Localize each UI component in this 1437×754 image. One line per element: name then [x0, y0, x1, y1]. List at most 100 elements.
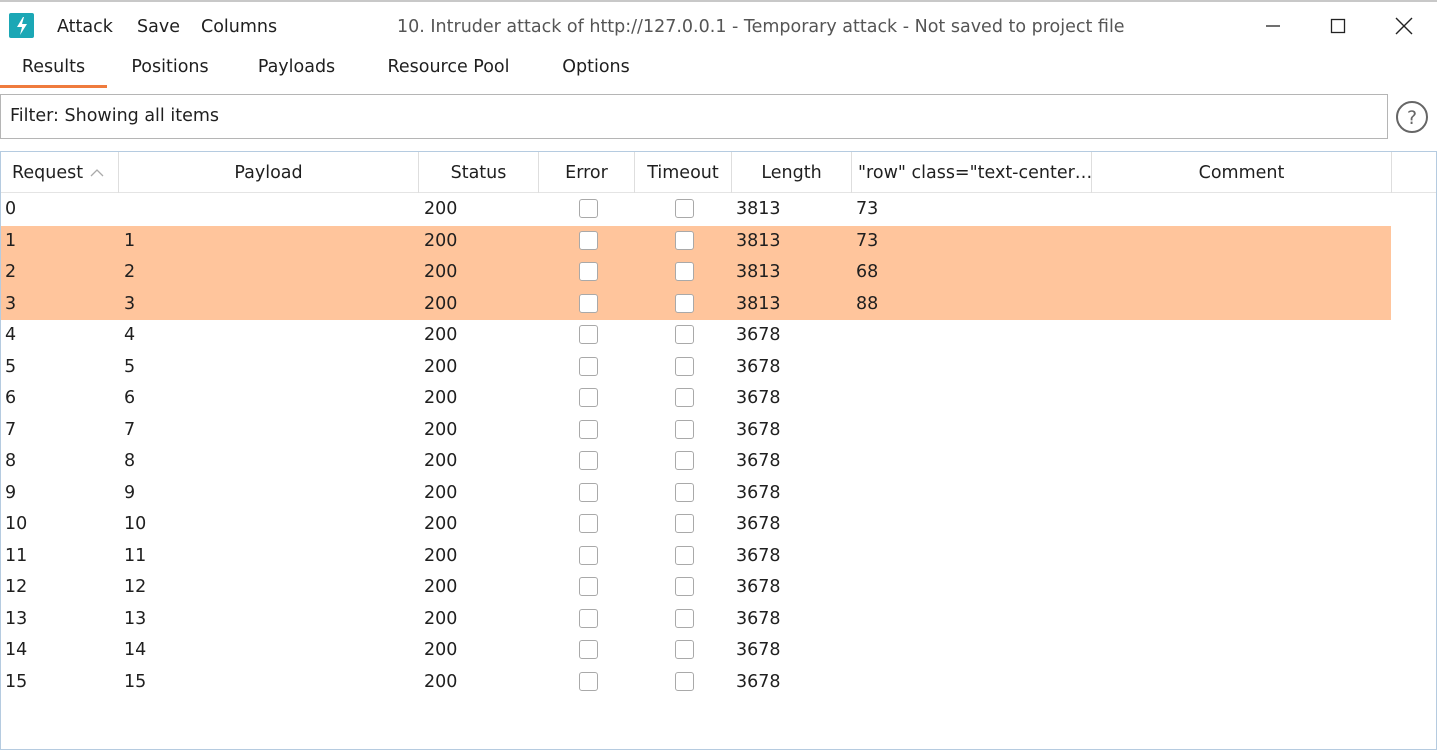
- cell-length: 3813: [736, 293, 781, 314]
- cell-payload: 13: [124, 608, 147, 629]
- column-header-payload[interactable]: Payload: [119, 152, 419, 193]
- filter-bar[interactable]: Filter: Showing all items: [0, 94, 1388, 139]
- timeout-checkbox: [675, 545, 694, 565]
- table-row[interactable]: 13 13 200 3678: [1, 604, 1391, 636]
- table-row[interactable]: 2 2 200 3813 68: [1, 257, 1391, 289]
- tab-resource-pool[interactable]: Resource Pool: [376, 57, 521, 88]
- timeout-checkbox: [675, 419, 694, 439]
- error-checkbox: [579, 608, 598, 628]
- table-row[interactable]: 11 11 200 3678: [1, 541, 1391, 573]
- error-checkbox: [579, 577, 598, 596]
- timeout-checkbox: [675, 293, 694, 313]
- column-header-timeout[interactable]: Timeout: [635, 152, 732, 193]
- cell-payload: 8: [124, 451, 136, 471]
- cell-payload: 5: [124, 356, 136, 377]
- cell-request: 13: [5, 608, 28, 629]
- cell-status: 200: [424, 482, 458, 503]
- menu-attack[interactable]: Attack: [57, 17, 113, 37]
- minimize-button[interactable]: [1250, 8, 1296, 44]
- cell-payload: 1: [124, 230, 136, 251]
- help-button[interactable]: ?: [1395, 100, 1429, 134]
- cell-length: 3678: [736, 356, 781, 377]
- table-row[interactable]: 4 4 200 3678: [1, 320, 1391, 352]
- column-header-grep-match[interactable]: "row" class="text-center…: [852, 152, 1092, 193]
- cell-request: 4: [5, 325, 17, 345]
- table-row[interactable]: 1 1 200 3813 73: [1, 225, 1391, 257]
- cell-length: 3678: [736, 545, 781, 566]
- column-header-comment[interactable]: Comment: [1092, 152, 1392, 193]
- cell-payload: 4: [124, 325, 136, 345]
- cell-request: 5: [5, 356, 17, 377]
- cell-payload: 3: [124, 293, 136, 314]
- cell-payload: 10: [124, 514, 147, 534]
- timeout-checkbox: [675, 388, 694, 407]
- cell-request: 1: [5, 230, 17, 251]
- table-row[interactable]: 3 3 200 3813 88: [1, 288, 1391, 320]
- cell-request: 15: [5, 671, 28, 692]
- column-header-status[interactable]: Status: [419, 152, 539, 193]
- cell-status: 200: [424, 388, 458, 408]
- cell-length: 3678: [736, 451, 781, 471]
- close-button[interactable]: [1381, 8, 1427, 44]
- cell-request: 14: [5, 640, 28, 660]
- timeout-checkbox: [675, 325, 694, 344]
- cell-length: 3678: [736, 325, 781, 345]
- timeout-checkbox: [675, 482, 694, 502]
- cell-request: 11: [5, 545, 28, 566]
- error-checkbox: [579, 262, 598, 281]
- table-row[interactable]: 5 5 200 3678: [1, 352, 1391, 384]
- error-checkbox: [579, 640, 598, 659]
- minimize-icon: [1266, 25, 1280, 27]
- tab-results[interactable]: Results: [0, 57, 107, 88]
- table-row[interactable]: 15 15 200 3678: [1, 667, 1391, 699]
- maximize-icon: [1330, 18, 1346, 34]
- error-checkbox: [579, 388, 598, 407]
- cell-request: 3: [5, 293, 17, 314]
- cell-payload: 12: [124, 577, 147, 597]
- column-header-length[interactable]: Length: [732, 152, 852, 193]
- table-row[interactable]: 9 9 200 3678: [1, 478, 1391, 510]
- tab-positions[interactable]: Positions: [122, 57, 218, 88]
- cell-length: 3678: [736, 671, 781, 692]
- table-row[interactable]: 12 12 200 3678: [1, 572, 1391, 604]
- cell-payload: 11: [124, 545, 147, 566]
- maximize-button[interactable]: [1315, 8, 1361, 44]
- tab-payloads[interactable]: Payloads: [250, 57, 343, 88]
- table-row[interactable]: 6 6 200 3678: [1, 383, 1391, 415]
- cell-status: 200: [424, 671, 458, 692]
- cell-payload: 9: [124, 482, 136, 503]
- menu-columns[interactable]: Columns: [201, 17, 277, 37]
- cell-status: 200: [424, 419, 458, 440]
- cell-payload: 7: [124, 419, 136, 440]
- column-header-request[interactable]: Request: [1, 152, 119, 193]
- sort-ascending-icon: [90, 168, 104, 176]
- cell-status: 200: [424, 293, 458, 314]
- tab-options[interactable]: Options: [553, 57, 639, 88]
- cell-length: 3678: [736, 514, 781, 534]
- cell-status: 200: [424, 451, 458, 471]
- cell-status: 200: [424, 199, 458, 219]
- error-checkbox: [579, 671, 598, 691]
- table-header: Request Payload Status Error Timeout Len…: [1, 152, 1436, 193]
- error-checkbox: [579, 451, 598, 470]
- error-checkbox: [579, 419, 598, 439]
- cell-length: 3678: [736, 419, 781, 440]
- timeout-checkbox: [675, 356, 694, 376]
- menu-save[interactable]: Save: [137, 17, 180, 37]
- error-checkbox: [579, 356, 598, 376]
- column-header-error[interactable]: Error: [539, 152, 635, 193]
- timeout-checkbox: [675, 577, 694, 596]
- svg-text:?: ?: [1407, 107, 1417, 129]
- cell-grep-match: 88: [856, 293, 879, 314]
- table-row[interactable]: 8 8 200 3678: [1, 446, 1391, 478]
- timeout-checkbox: [675, 230, 694, 250]
- cell-length: 3678: [736, 388, 781, 408]
- table-row[interactable]: 7 7 200 3678: [1, 415, 1391, 447]
- cell-length: 3813: [736, 230, 781, 251]
- cell-length: 3813: [736, 262, 781, 282]
- table-row[interactable]: 0 200 3813 73: [1, 194, 1391, 226]
- cell-request: 8: [5, 451, 17, 471]
- error-checkbox: [579, 230, 598, 250]
- table-row[interactable]: 10 10 200 3678: [1, 509, 1391, 541]
- table-row[interactable]: 14 14 200 3678: [1, 635, 1391, 667]
